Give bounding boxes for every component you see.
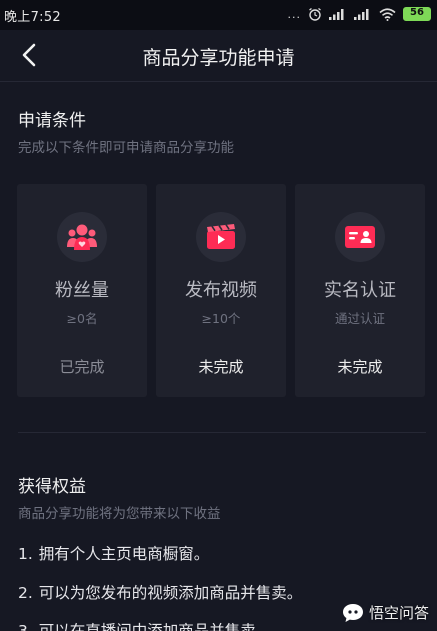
benefit-item: 2. 可以为您发布的视频添加商品并售卖。 [18, 581, 302, 603]
watermark-text: 悟空问答 [368, 604, 429, 622]
benefit-text: 可以为您发布的视频添加商品并售卖。 [38, 584, 303, 602]
benefits-title: 获得权益 [18, 477, 86, 497]
condition-card-video[interactable]: 发布视频 ≥10个 未完成 [156, 184, 286, 397]
fans-icon [67, 224, 97, 250]
status-time: 晚上7:52 [4, 10, 61, 25]
page-title: 商品分享功能申请 [142, 47, 295, 69]
condition-card-fans[interactable]: 粉丝量 ≥0名 已完成 [17, 184, 147, 397]
card-title: 粉丝量 [55, 280, 109, 301]
status-bar: 晚上7:52 ... 56 [0, 0, 437, 30]
benefits-subtitle: 商品分享功能将为您带来以下收益 [18, 506, 221, 522]
wukong-logo-icon [342, 603, 363, 622]
signal-2-icon [354, 9, 369, 20]
card-requirement: ≥10个 [201, 311, 241, 326]
id-card-icon-wrap [335, 212, 385, 262]
section-divider [18, 432, 426, 433]
wifi-icon [379, 7, 396, 21]
fans-icon-wrap [57, 212, 107, 262]
signal-icon [329, 9, 344, 20]
benefit-number: 1. [18, 545, 33, 563]
card-requirement: ≥0名 [66, 311, 98, 326]
video-icon-wrap [196, 212, 246, 262]
benefit-number: 3. [18, 622, 33, 631]
more-dots-icon: ... [287, 7, 301, 21]
condition-card-realname[interactable]: 实名认证 通过认证 未完成 [295, 184, 425, 397]
battery-icon: 56 [403, 7, 431, 21]
card-requirement: 通过认证 [334, 311, 385, 326]
conditions-title: 申请条件 [18, 111, 86, 131]
benefit-text: 可以在直播间中添加商品并售卖。 [38, 622, 272, 631]
card-status: 未完成 [337, 358, 383, 376]
benefit-number: 2. [18, 584, 33, 602]
status-icons: ... 56 [287, 7, 431, 21]
id-card-icon [345, 226, 375, 248]
conditions-subtitle: 完成以下条件即可申请商品分享功能 [18, 140, 234, 156]
battery-level: 56 [410, 7, 424, 18]
card-status: 未完成 [198, 358, 244, 376]
benefit-item: 3. 可以在直播间中添加商品并售卖。 [18, 619, 271, 631]
card-title: 发布视频 [185, 280, 257, 301]
watermark: 悟空问答 [342, 602, 429, 623]
card-status: 已完成 [59, 358, 105, 376]
benefit-text: 拥有个人主页电商橱窗。 [38, 545, 210, 563]
video-icon [207, 224, 235, 249]
alarm-icon [309, 7, 321, 21]
nav-bar: 商品分享功能申请 [0, 30, 437, 82]
card-title: 实名认证 [324, 280, 396, 301]
benefit-item: 1. 拥有个人主页电商橱窗。 [18, 542, 209, 564]
